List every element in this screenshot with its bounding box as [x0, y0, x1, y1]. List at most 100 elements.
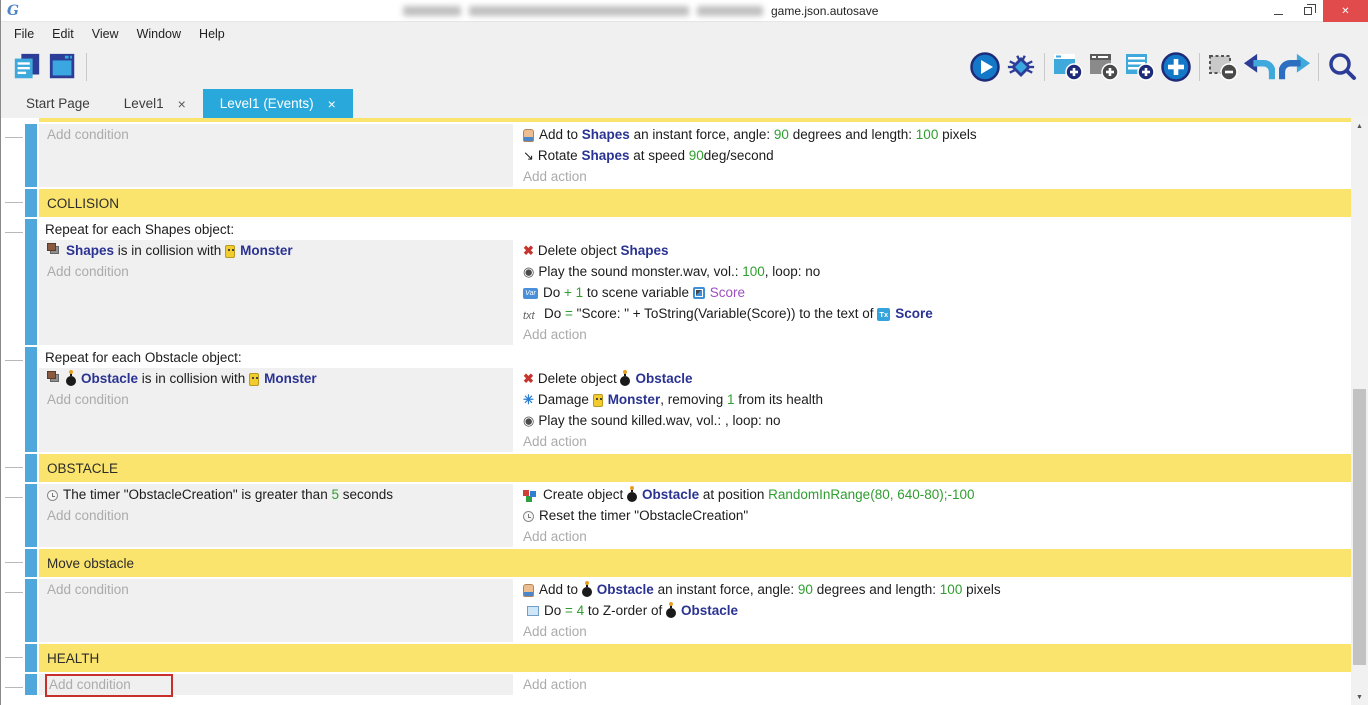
restore-button[interactable] — [1293, 0, 1323, 22]
action-line[interactable]: Do + 1 to scene variable Score — [515, 282, 1351, 303]
event-highlight-bar — [25, 674, 37, 695]
project-manager-button[interactable] — [9, 49, 45, 85]
actions-column: Add to Obstacle an instant force, angle:… — [515, 579, 1351, 642]
redo-icon — [1279, 52, 1311, 82]
tab-start-page[interactable]: Start Page — [9, 89, 107, 118]
tab-close-icon[interactable]: × — [328, 97, 336, 111]
scroll-up-arrow[interactable]: ▲ — [1351, 118, 1368, 134]
event-row[interactable]: Repeat for each Shapes object:Shapes is … — [25, 219, 1351, 345]
add-condition-button[interactable]: Add condition — [39, 124, 513, 145]
add-condition-button[interactable]: Add condition — [39, 389, 513, 410]
menu-view[interactable]: View — [83, 22, 128, 46]
add-action-button[interactable]: Add action — [515, 621, 1351, 642]
vertical-scrollbar[interactable]: ▲ ▼ — [1351, 118, 1368, 705]
textobj-icon — [877, 308, 890, 321]
add-condition-button[interactable]: Add condition — [39, 674, 513, 695]
menu-file[interactable]: File — [5, 22, 43, 46]
add-action-button[interactable]: Add action — [515, 674, 1351, 695]
action-line[interactable]: ✖Delete object Shapes — [515, 240, 1351, 261]
action-line[interactable]: Do = "Score: " + ToString(Variable(Score… — [515, 303, 1351, 324]
event-highlight-bar — [25, 549, 37, 577]
menu-window[interactable]: Window — [128, 22, 190, 46]
comment-row-partial[interactable] — [39, 118, 1351, 122]
menu-bar: File Edit View Window Help — [1, 22, 1368, 46]
event-row[interactable]: Repeat for each Obstacle object:Obstacle… — [25, 347, 1351, 452]
tab-label: Level1 (Events) — [220, 96, 314, 111]
debug-button[interactable] — [1003, 49, 1039, 85]
remove-event-icon — [1207, 51, 1239, 83]
scroll-down-arrow[interactable]: ▼ — [1351, 689, 1368, 705]
action-line[interactable]: ✖Delete object Obstacle — [515, 368, 1351, 389]
tab-level1-events[interactable]: Level1 (Events) × — [203, 89, 353, 118]
add-action-button[interactable]: Add action — [515, 431, 1351, 452]
minimize-button[interactable] — [1263, 0, 1293, 22]
undo-button[interactable] — [1241, 49, 1277, 85]
comment-row[interactable]: Move obstacle — [25, 549, 1351, 577]
force-icon — [523, 129, 534, 142]
play-icon — [969, 51, 1001, 83]
comment-row[interactable]: HEALTH — [25, 644, 1351, 672]
timer-icon — [47, 490, 58, 501]
play-button[interactable] — [967, 49, 1003, 85]
condition-line[interactable]: The timer "ObstacleCreation" is greater … — [39, 484, 513, 505]
add-action-button[interactable]: Add action — [515, 526, 1351, 547]
scrollbar-track[interactable] — [1351, 134, 1368, 689]
add-subevent-button[interactable] — [1086, 49, 1122, 85]
collision-icon — [50, 374, 59, 382]
search-button[interactable] — [1324, 49, 1360, 85]
add-condition-button[interactable]: Add condition — [39, 505, 513, 526]
action-line[interactable]: Add to Shapes an instant force, angle: 9… — [515, 124, 1351, 145]
annotation-highlight: Add condition — [45, 674, 173, 697]
action-line[interactable]: ◉Play the sound monster.wav, vol.: 100, … — [515, 261, 1351, 282]
actions-column: ✖Delete object Obstacle✳Damage Monster, … — [515, 368, 1351, 452]
condition-line[interactable]: Shapes is in collision with Monster — [39, 240, 513, 261]
event-header: Repeat for each Obstacle object: — [39, 347, 1351, 368]
window-controls: ✕ — [1263, 0, 1368, 22]
scene-editor-button[interactable] — [45, 49, 81, 85]
add-condition-button[interactable]: Add condition — [39, 579, 513, 600]
event-row[interactable]: Add conditionAdd to Shapes an instant fo… — [25, 124, 1351, 187]
add-action-button[interactable]: Add action — [515, 166, 1351, 187]
bomb-icon — [66, 376, 76, 386]
action-line[interactable]: Reset the timer "ObstacleCreation" — [515, 505, 1351, 526]
toolbar-separator — [1199, 53, 1200, 81]
events-sheet: Add conditionAdd to Shapes an instant fo… — [1, 118, 1351, 705]
conditions-column: Obstacle is in collision with MonsterAdd… — [39, 368, 513, 452]
delete-icon: ✖ — [523, 240, 534, 261]
comment-row[interactable]: OBSTACLE — [25, 454, 1351, 482]
remove-event-button[interactable] — [1205, 49, 1241, 85]
gdevelop-window: G game.json.autosave ✕ File Edit View Wi… — [0, 0, 1368, 705]
event-row[interactable]: The timer "ObstacleCreation" is greater … — [25, 484, 1351, 547]
event-highlight-bar — [25, 644, 37, 672]
action-line[interactable]: Create object Obstacle at position Rando… — [515, 484, 1351, 505]
action-line[interactable]: ✳Damage Monster, removing 1 from its hea… — [515, 389, 1351, 410]
tab-close-icon[interactable]: × — [178, 97, 186, 111]
action-line[interactable]: ↘Rotate Shapes at speed 90deg/second — [515, 145, 1351, 166]
close-button[interactable]: ✕ — [1323, 0, 1368, 22]
actions-column: ✖Delete object Shapes◉Play the sound mon… — [515, 240, 1351, 345]
delete-icon: ✖ — [523, 368, 534, 389]
event-highlight-bar — [25, 484, 37, 547]
add-comment-button[interactable] — [1122, 49, 1158, 85]
action-line[interactable]: Add to Obstacle an instant force, angle:… — [515, 579, 1351, 600]
zorder-icon — [527, 606, 539, 616]
add-new-event-icon — [1160, 51, 1192, 83]
action-line[interactable]: Do = 4 to Z-order of Obstacle — [515, 600, 1351, 621]
event-row[interactable]: Add condition Add action — [25, 674, 1351, 695]
scrollbar-thumb[interactable] — [1353, 389, 1366, 665]
add-event-button[interactable] — [1050, 49, 1086, 85]
tab-level1[interactable]: Level1 × — [107, 89, 203, 118]
menu-help[interactable]: Help — [190, 22, 234, 46]
add-action-button[interactable]: Add action — [515, 324, 1351, 345]
comment-row[interactable]: COLLISION — [25, 189, 1351, 217]
condition-line[interactable]: Obstacle is in collision with Monster — [39, 368, 513, 389]
bomb-icon — [627, 492, 637, 502]
action-line[interactable]: ◉Play the sound killed.wav, vol.: , loop… — [515, 410, 1351, 431]
add-new-event-button[interactable] — [1158, 49, 1194, 85]
actions-column: Create object Obstacle at position Rando… — [515, 484, 1351, 547]
event-row[interactable]: Add conditionAdd to Obstacle an instant … — [25, 579, 1351, 642]
collision-icon — [50, 246, 59, 254]
menu-edit[interactable]: Edit — [43, 22, 83, 46]
redo-button[interactable] — [1277, 49, 1313, 85]
add-condition-button[interactable]: Add condition — [39, 261, 513, 282]
